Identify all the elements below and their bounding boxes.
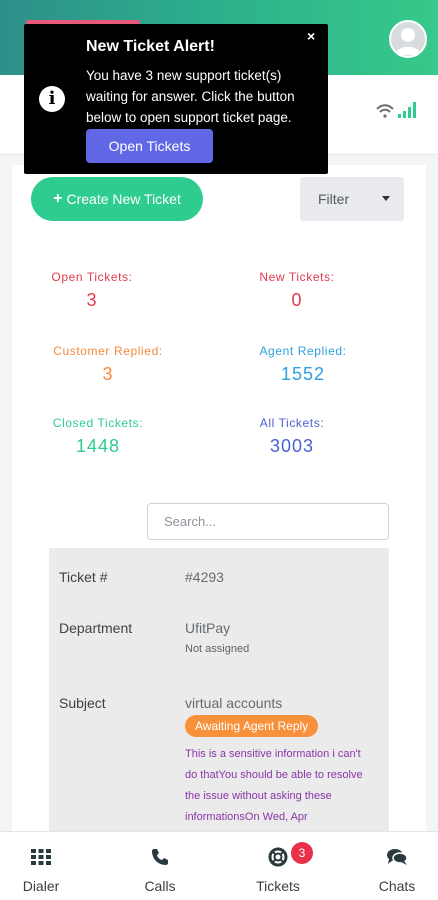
- stat-label: New Tickets:: [259, 270, 335, 284]
- nav-dialer[interactable]: Dialer: [1, 832, 81, 900]
- create-ticket-button[interactable]: + Create New Ticket: [31, 177, 203, 221]
- nav-calls-label: Calls: [144, 878, 176, 894]
- signal-icon: [398, 102, 416, 118]
- stat-label: Customer Replied:: [53, 344, 163, 358]
- stat-label: All Tickets:: [259, 416, 325, 430]
- wifi-icon: [376, 104, 394, 118]
- stat-closed-tickets[interactable]: Closed Tickets: 1448: [18, 416, 178, 457]
- nav-tickets-label: Tickets: [256, 878, 300, 894]
- stat-open-tickets[interactable]: Open Tickets: 3: [12, 270, 172, 311]
- new-ticket-alert: i New Ticket Alert! × You have 3 new sup…: [24, 24, 328, 174]
- status-badge: Awaiting Agent Reply: [185, 715, 319, 737]
- stat-value: 3: [102, 364, 114, 384]
- ticket-card[interactable]: Ticket # #4293 Department UfitPay Not as…: [49, 548, 389, 848]
- alert-title: New Ticket Alert!: [86, 38, 215, 55]
- app-screen: + Create New Ticket Filter Open Tickets:…: [0, 0, 438, 900]
- ticket-number-label: Ticket #: [59, 569, 108, 585]
- nav-dialer-label: Dialer: [22, 878, 60, 894]
- filter-dropdown[interactable]: Filter: [300, 177, 404, 221]
- chat-icon: [385, 846, 409, 868]
- department-label: Department: [59, 620, 133, 636]
- stat-all-tickets[interactable]: All Tickets: 3003: [212, 416, 372, 457]
- stat-value: 3003: [269, 436, 315, 456]
- stat-value: 0: [291, 290, 303, 310]
- phone-icon: [148, 846, 172, 868]
- lifebuoy-icon: [266, 846, 290, 868]
- create-ticket-label: Create New Ticket: [66, 191, 181, 207]
- ticket-number: #4293: [185, 569, 224, 585]
- stat-label: Agent Replied:: [259, 344, 347, 358]
- department-value: UfitPay: [185, 620, 231, 636]
- stat-value: 1448: [75, 436, 121, 456]
- stat-new-tickets[interactable]: New Tickets: 0: [217, 270, 377, 311]
- stat-value: 1552: [280, 364, 326, 384]
- dialpad-icon: [29, 846, 53, 868]
- info-icon: i: [39, 86, 65, 112]
- stat-customer-replied[interactable]: Customer Replied: 3: [28, 344, 188, 385]
- caret-down-icon: [382, 196, 390, 201]
- assignee-value: Not assigned: [185, 643, 250, 655]
- tickets-panel: + Create New Ticket Filter Open Tickets:…: [12, 165, 426, 848]
- close-icon[interactable]: ×: [307, 28, 315, 44]
- open-tickets-button[interactable]: Open Tickets: [86, 129, 213, 163]
- filter-label: Filter: [318, 191, 350, 207]
- status-icons: [376, 102, 418, 118]
- nav-chats-label: Chats: [378, 878, 416, 894]
- alert-body: You have 3 new support ticket(s) waiting…: [86, 68, 295, 125]
- avatar[interactable]: [389, 20, 427, 58]
- nav-chats[interactable]: Chats: [357, 832, 437, 900]
- message-preview: This is a sensitive information i can't …: [185, 748, 363, 823]
- nav-calls[interactable]: Calls: [120, 832, 200, 900]
- bottom-nav: Dialer Calls Tickets Chats: [0, 831, 438, 900]
- stat-label: Closed Tickets:: [52, 416, 144, 430]
- subject-label: Subject: [59, 695, 106, 711]
- stat-value: 3: [86, 290, 98, 310]
- search-input[interactable]: [147, 503, 389, 540]
- tickets-count-badge: 3: [291, 842, 313, 864]
- plus-icon: +: [53, 190, 63, 207]
- subject-value: virtual accounts: [185, 695, 283, 711]
- user-icon: [395, 28, 421, 55]
- stat-agent-replied[interactable]: Agent Replied: 1552: [223, 344, 383, 385]
- stat-label: Open Tickets:: [51, 270, 133, 284]
